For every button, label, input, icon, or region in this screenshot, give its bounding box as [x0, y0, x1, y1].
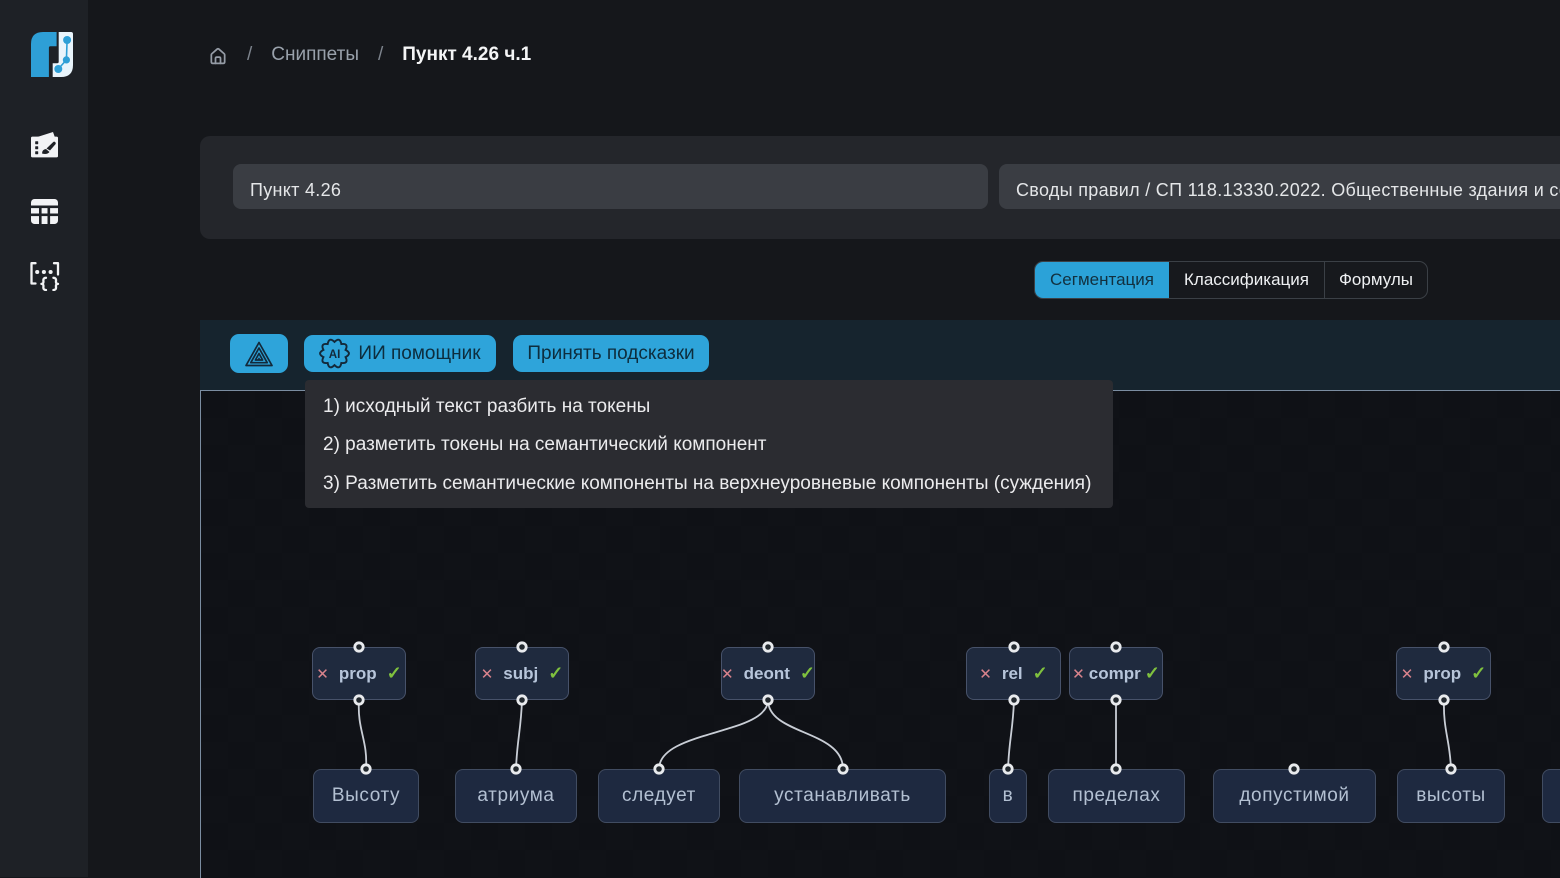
- svg-text:AI: AI: [329, 348, 341, 361]
